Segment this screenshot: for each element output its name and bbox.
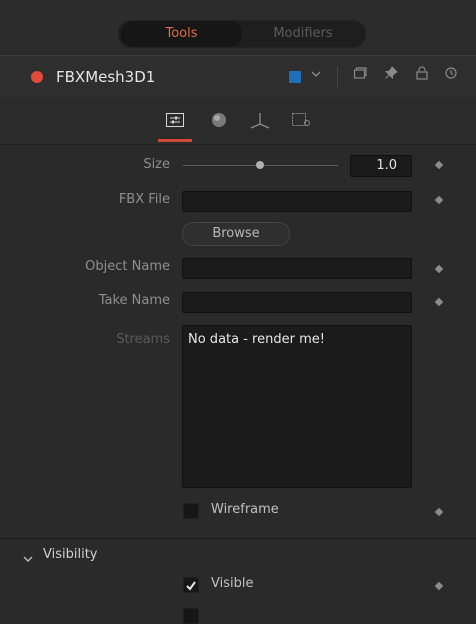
size-input[interactable]: 1.0 xyxy=(350,155,412,177)
pin-icon[interactable] xyxy=(381,66,401,86)
panel-tabs xyxy=(0,98,476,145)
visibility-section[interactable]: Visibility xyxy=(0,538,476,573)
keyframe-diamond-icon[interactable] xyxy=(434,264,444,274)
object-name-label: Object Name xyxy=(85,259,170,274)
visibility-header: Visibility xyxy=(43,547,98,562)
wireframe-label: Wireframe xyxy=(211,502,279,517)
streams-label: Streams xyxy=(116,332,170,347)
size-label: Size xyxy=(143,157,170,172)
keyframe-diamond-icon[interactable] xyxy=(434,160,444,170)
keyframe-diamond-icon[interactable] xyxy=(434,195,444,205)
node-header: FBXMesh3D1 xyxy=(0,55,476,99)
streams-textarea[interactable]: No data - render me! xyxy=(182,325,412,488)
tab-modifiers[interactable]: Modifiers xyxy=(243,21,363,47)
lock-icon[interactable] xyxy=(412,66,432,86)
version-icon[interactable] xyxy=(350,66,370,86)
reset-icon[interactable] xyxy=(441,66,461,86)
streams-text: No data - render me! xyxy=(188,332,325,347)
settings-tab-icon[interactable] xyxy=(292,112,310,126)
keyframe-diamond-icon[interactable] xyxy=(434,507,444,517)
tab-switch: Tools Modifiers xyxy=(118,20,366,48)
take-name-label: Take Name xyxy=(98,293,170,308)
active-tab-indicator xyxy=(158,139,192,142)
take-name-input[interactable] xyxy=(182,292,412,313)
tab-bar: Tools Modifiers xyxy=(0,0,476,48)
keyframe-diamond-icon[interactable] xyxy=(434,581,444,591)
visible-label: Visible xyxy=(211,576,254,591)
color-swatch[interactable] xyxy=(289,71,301,83)
keyframe-diamond-icon[interactable] xyxy=(434,297,444,307)
chevron-down-icon[interactable] xyxy=(306,66,326,86)
transform-tab-icon[interactable] xyxy=(249,112,270,129)
next-checkbox[interactable] xyxy=(183,608,199,624)
browse-button[interactable]: Browse xyxy=(182,222,290,246)
checkmark-icon xyxy=(186,581,196,591)
node-name: FBXMesh3D1 xyxy=(56,68,156,86)
node-enable-icon[interactable] xyxy=(31,71,43,83)
divider xyxy=(337,66,338,88)
size-slider-handle[interactable] xyxy=(256,161,264,169)
tab-tools[interactable]: Tools xyxy=(121,21,242,47)
wireframe-checkbox[interactable] xyxy=(183,503,199,519)
fbx-file-label: FBX File xyxy=(118,192,170,207)
chevron-down-icon[interactable] xyxy=(22,549,34,568)
controls-tab-icon[interactable] xyxy=(166,112,184,127)
fbx-file-input[interactable] xyxy=(182,191,412,212)
size-value: 1.0 xyxy=(376,158,397,173)
material-tab-icon[interactable] xyxy=(210,112,228,127)
visible-checkbox[interactable] xyxy=(183,577,199,593)
object-name-input[interactable] xyxy=(182,258,412,279)
